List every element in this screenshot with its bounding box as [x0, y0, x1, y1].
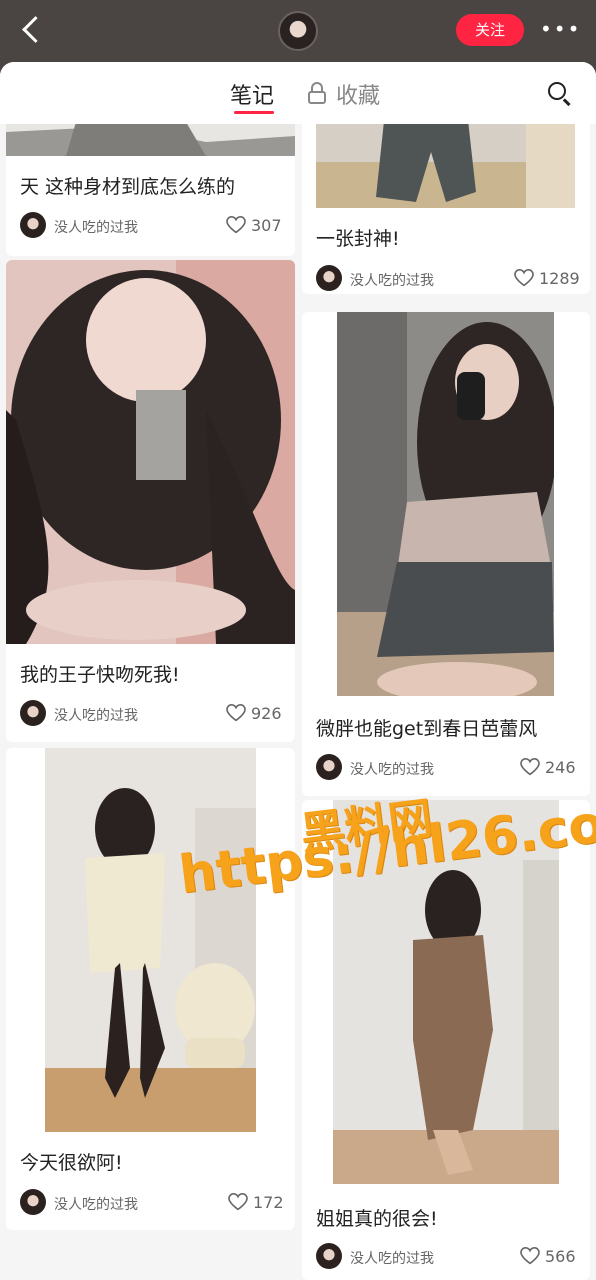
- tab-notes[interactable]: 笔记: [230, 78, 274, 110]
- tab-active-indicator: [234, 111, 274, 114]
- follow-button[interactable]: 关注: [456, 14, 524, 46]
- note-card[interactable]: 今天很欲阿! 没人吃的过我 172: [6, 748, 295, 1230]
- note-photo: [45, 748, 256, 1132]
- like-count: 926: [251, 704, 282, 723]
- like-count: 566: [545, 1247, 576, 1266]
- author-name: 没人吃的过我: [54, 1197, 138, 1213]
- note-card[interactable]: 一张封神! 没人吃的过我 1289: [302, 102, 590, 294]
- lock-icon: [308, 82, 326, 104]
- author-avatar: [316, 754, 342, 780]
- profile-avatar[interactable]: [278, 11, 318, 51]
- top-bar: 关注 •••: [0, 0, 596, 62]
- note-title: 一张封神!: [316, 228, 400, 250]
- author-name: 没人吃的过我: [54, 220, 138, 236]
- heart-icon[interactable]: [226, 216, 246, 234]
- note-title: 天 这种身材到底怎么练的: [20, 176, 236, 198]
- note-photo: [6, 260, 295, 644]
- note-card[interactable]: 我的王子快吻死我! 没人吃的过我 926: [6, 260, 295, 742]
- note-photo: [337, 312, 554, 696]
- heart-icon[interactable]: [520, 758, 540, 776]
- like-count: 172: [253, 1193, 284, 1212]
- author-avatar: [316, 1243, 342, 1269]
- search-icon[interactable]: [546, 80, 572, 106]
- tab-favorites[interactable]: 收藏: [336, 78, 380, 110]
- author-name: 没人吃的过我: [350, 762, 434, 778]
- like-count: 246: [545, 758, 576, 777]
- author-name: 没人吃的过我: [350, 273, 434, 289]
- note-title: 我的王子快吻死我!: [20, 664, 180, 686]
- note-title: 微胖也能get到春日芭蕾风: [316, 718, 538, 740]
- note-title: 今天很欲阿!: [20, 1152, 123, 1174]
- back-icon[interactable]: [16, 14, 48, 46]
- note-card[interactable]: 微胖也能get到春日芭蕾风 没人吃的过我 246: [302, 312, 590, 796]
- author-avatar: [20, 700, 46, 726]
- content-sheet: 笔记 收藏 天 这种身材到底怎么练的 没人吃的过我 307 一张封神! 没人吃的…: [0, 62, 596, 1280]
- heart-icon[interactable]: [520, 1247, 540, 1265]
- note-title: 姐姐真的很会!: [316, 1208, 438, 1230]
- like-count: 1289: [539, 269, 580, 288]
- author-name: 没人吃的过我: [350, 1251, 434, 1267]
- heart-icon[interactable]: [226, 704, 246, 722]
- heart-icon[interactable]: [514, 269, 534, 287]
- tab-bar: 笔记 收藏: [0, 62, 596, 124]
- note-card[interactable]: 天 这种身材到底怎么练的 没人吃的过我 307: [6, 102, 295, 256]
- more-icon[interactable]: •••: [540, 18, 579, 42]
- author-avatar: [20, 212, 46, 238]
- heart-icon[interactable]: [228, 1193, 248, 1211]
- author-name: 没人吃的过我: [54, 708, 138, 724]
- author-avatar: [20, 1189, 46, 1215]
- like-count: 307: [251, 216, 282, 235]
- author-avatar: [316, 265, 342, 291]
